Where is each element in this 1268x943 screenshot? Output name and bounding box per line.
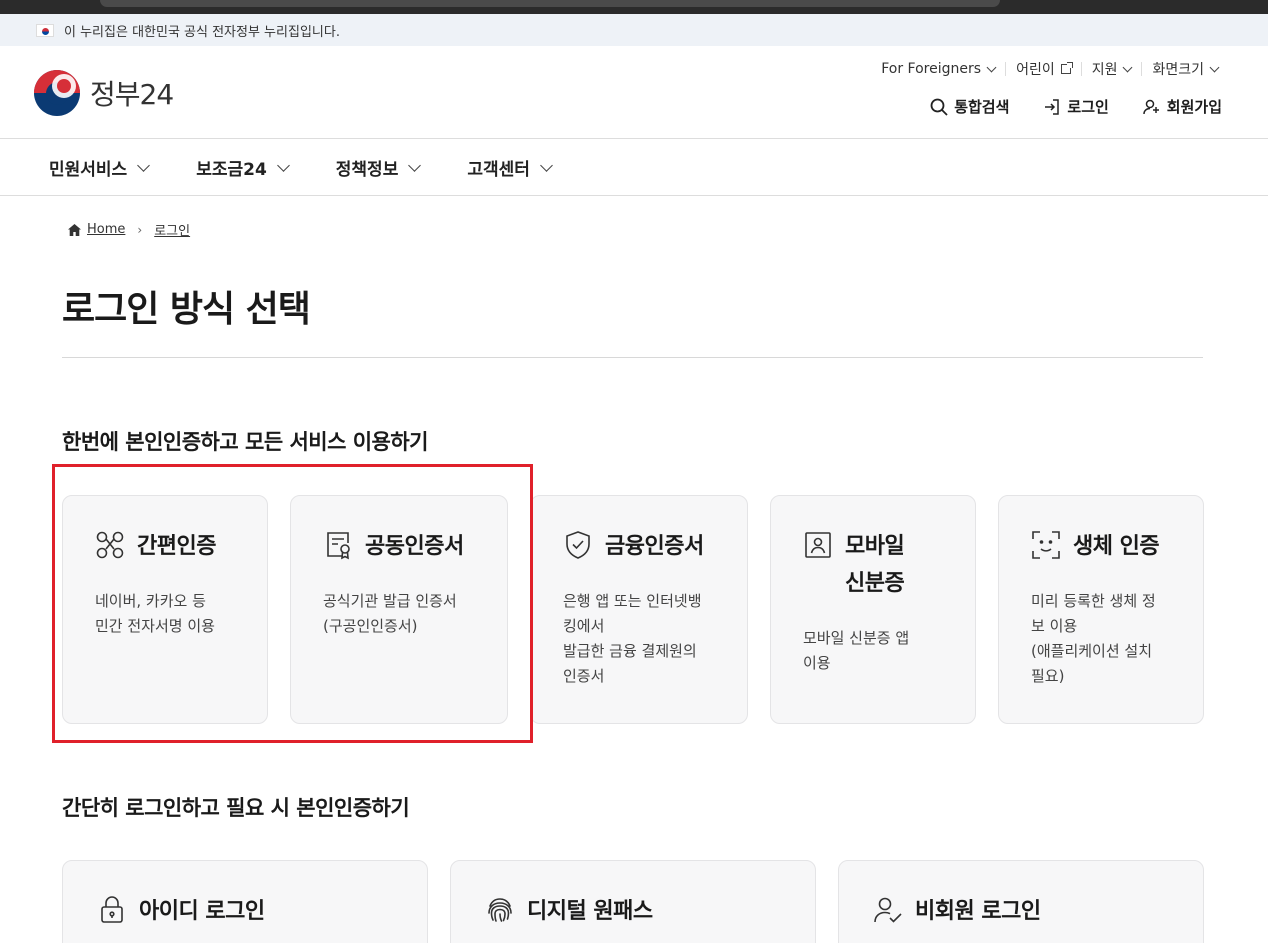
title-divider (62, 357, 1203, 358)
lock-icon (101, 896, 123, 923)
chevron-down-icon (1209, 62, 1220, 72)
gov-banner-text: 이 누리집은 대한민국 공식 전자정부 누리집입니다. (64, 24, 340, 40)
taegeuk-logo-icon (34, 70, 80, 116)
breadcrumb-current-link[interactable]: 로그인 (154, 220, 190, 239)
shield-check-icon (566, 531, 590, 559)
site-header: 정부24 For Foreigners 어린이 지원 화면크기 통합검색 로그인 (0, 46, 1268, 139)
global-nav: 민원서비스 보조금24 정책정보 고객센터 (0, 139, 1268, 196)
id-login-card[interactable]: 아이디 로그인 (62, 860, 428, 943)
util-for-foreigners[interactable]: For Foreigners (871, 61, 1005, 77)
card-title: 아이디 로그인 (139, 899, 265, 924)
gnb-label: 고객센터 (467, 159, 530, 180)
external-link-icon (1060, 62, 1073, 74)
guest-login-card[interactable]: 비회원 로그인 (838, 860, 1204, 943)
browser-tab-strip (100, 0, 1000, 7)
korea-flag-icon (36, 23, 54, 37)
card-description: 미리 등록한 생체 정 보 이용 (애플리케이션 설치 필요) (1031, 592, 1156, 685)
breadcrumb: Home › 로그인 (68, 220, 190, 239)
section2-title: 간단히 로그인하고 필요 시 본인인증하기 (62, 796, 410, 820)
gnb-label: 보조금24 (196, 159, 267, 180)
search-label: 통합검색 (954, 98, 1010, 116)
gnb-label: 민원서비스 (49, 159, 128, 180)
chevron-down-icon (137, 158, 151, 172)
breadcrumb-separator-icon: › (137, 222, 143, 237)
browser-chrome-strip (0, 0, 1268, 14)
chevron-down-icon (276, 158, 290, 172)
login-icon (1045, 98, 1060, 115)
face-scan-icon (1032, 531, 1060, 559)
card-title: 모바일 신분증 (845, 534, 905, 596)
financial-certificate-card[interactable]: 금융인증서 은행 앱 또는 인터넷뱅 킹에서 발급한 금융 결제원의 인증서 (530, 495, 748, 724)
util-label: For Foreigners (881, 61, 982, 77)
login-label: 로그인 (1067, 98, 1109, 116)
gnb-label: 정책정보 (335, 159, 399, 180)
chevron-down-icon (986, 62, 997, 72)
gnb-policy-info[interactable]: 정책정보 (335, 155, 422, 180)
biometric-auth-card[interactable]: 생체 인증 미리 등록한 생체 정 보 이용 (애플리케이션 설치 필요) (998, 495, 1204, 724)
util-label: 지원 (1091, 62, 1118, 78)
id-card-icon (805, 532, 831, 558)
utility-nav: For Foreigners 어린이 지원 화면크기 (871, 61, 1228, 78)
util-kids[interactable]: 어린이 (1005, 62, 1081, 78)
chevron-down-icon (1123, 62, 1133, 72)
util-label: 화면크기 (1152, 62, 1204, 78)
digital-onepass-card[interactable]: 디지털 원패스 (450, 860, 816, 943)
signup-label: 회원가입 (1166, 98, 1222, 116)
gov24-logo[interactable]: 정부24 (34, 70, 174, 116)
logo-text: 정부24 (90, 78, 174, 111)
card-title: 금융인증서 (605, 534, 704, 559)
chevron-down-icon (540, 158, 553, 172)
fingerprint-icon (488, 898, 512, 922)
integrated-search-button[interactable]: 통합검색 (930, 96, 1009, 117)
gnb-civil-services[interactable]: 민원서비스 (49, 155, 151, 180)
home-icon (68, 223, 81, 236)
gnb-customer-center[interactable]: 고객센터 (467, 155, 553, 180)
util-label: 어린이 (1016, 62, 1055, 78)
breadcrumb-home-link[interactable]: Home (87, 222, 125, 237)
gnb-subsidy24[interactable]: 보조금24 (196, 155, 290, 180)
signup-button[interactable]: 회원가입 (1143, 96, 1222, 117)
card-description: 모바일 신분증 앱 이용 (803, 629, 910, 672)
util-screen-size[interactable]: 화면크기 (1141, 62, 1228, 78)
highlight-box (52, 464, 533, 743)
chevron-down-icon (408, 158, 422, 172)
card-description: 은행 앱 또는 인터넷뱅 킹에서 발급한 금융 결제원의 인증서 (563, 592, 702, 685)
user-check-icon (874, 897, 902, 923)
gov-official-banner: 이 누리집은 대한민국 공식 전자정부 누리집입니다. (0, 14, 1268, 46)
util-support[interactable]: 지원 (1080, 62, 1142, 78)
card-title: 비회원 로그인 (915, 899, 1041, 924)
section1-title: 한번에 본인인증하고 모든 서비스 이용하기 (62, 430, 429, 454)
page-title: 로그인 방식 선택 (62, 289, 311, 330)
card-title: 디지털 원패스 (527, 899, 653, 924)
login-button[interactable]: 로그인 (1043, 96, 1109, 117)
search-icon (930, 98, 948, 116)
user-plus-icon (1143, 99, 1159, 114)
card-title: 생체 인증 (1073, 534, 1160, 559)
mobile-id-card[interactable]: 모바일 신분증 모바일 신분증 앱 이용 (770, 495, 976, 724)
header-actions: 통합검색 로그인 회원가입 (896, 96, 1222, 117)
